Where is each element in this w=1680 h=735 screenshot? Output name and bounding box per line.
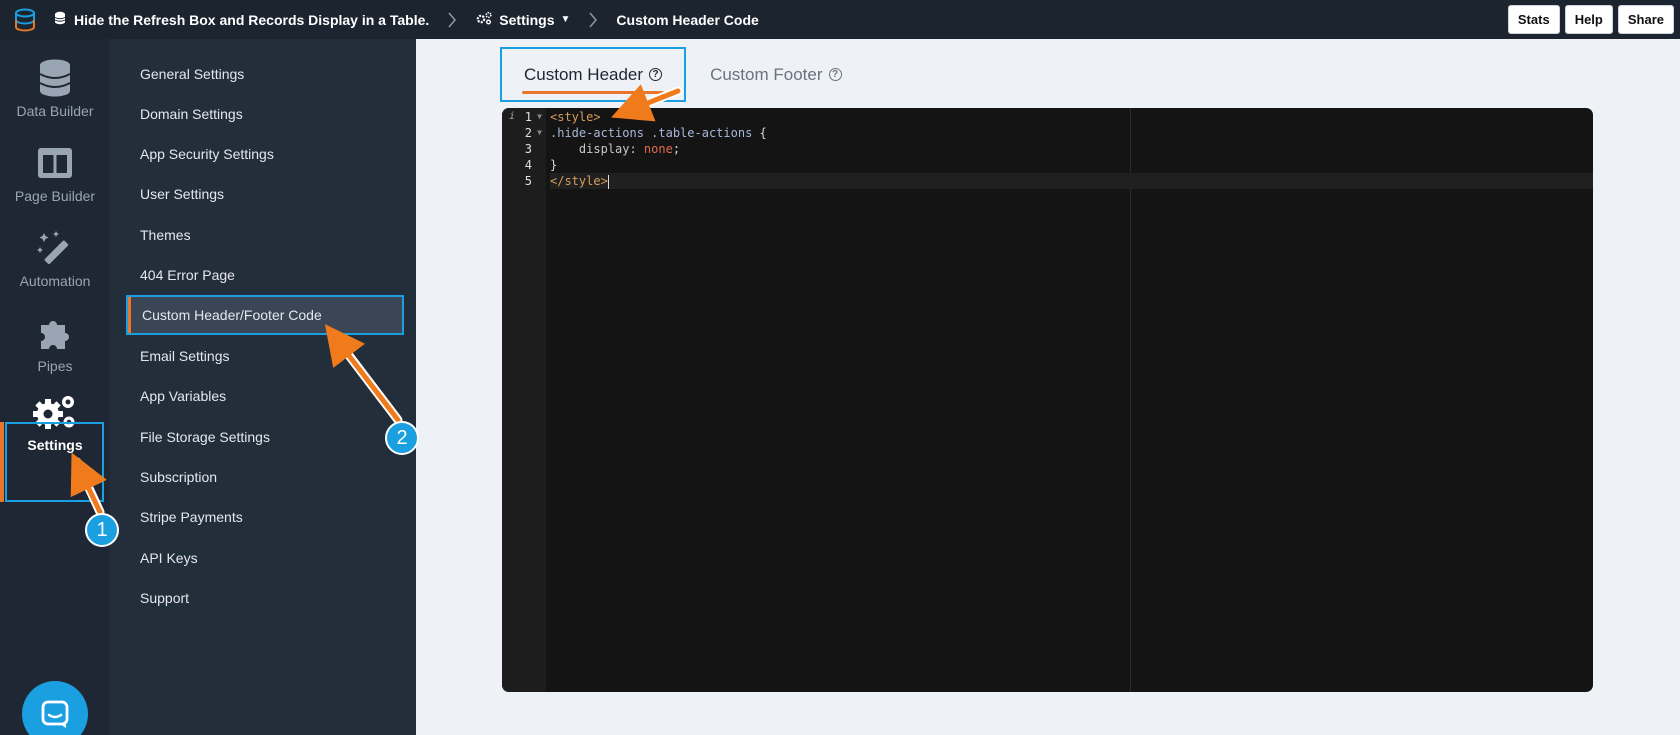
rail-label: Page Builder xyxy=(14,188,96,204)
line-number: 3 xyxy=(524,142,532,156)
tab-custom-header[interactable]: Custom Header ? xyxy=(500,47,687,102)
chat-launcher-button[interactable] xyxy=(22,681,88,735)
menu-item-404-error-page[interactable]: 404 Error Page xyxy=(110,255,416,295)
print-margin xyxy=(1130,108,1131,692)
menu-item-api-keys[interactable]: API Keys xyxy=(110,538,416,578)
tab-label: Custom Header xyxy=(524,64,644,84)
tab-custom-footer[interactable]: Custom Footer ? xyxy=(688,47,863,102)
gears-icon xyxy=(475,11,493,28)
columns-icon xyxy=(37,144,73,182)
menu-item-themes[interactable]: Themes xyxy=(110,215,416,255)
fold-arrow-icon[interactable]: ▼ xyxy=(537,109,542,125)
fold-arrow-icon[interactable]: ▼ xyxy=(537,125,542,141)
code-editor[interactable]: i 1 ▼ 2 ▼ 3 4 5 <style> .hide-actions .tabl… xyxy=(502,108,1593,692)
app-logo-icon[interactable] xyxy=(0,0,50,39)
line-number: 2 ▼ xyxy=(524,125,542,141)
rail-item-page-builder[interactable]: Page Builder xyxy=(0,134,110,214)
editor-gutter: i 1 ▼ 2 ▼ 3 4 5 xyxy=(502,108,546,692)
step-badge-1: 1 xyxy=(85,513,119,547)
magic-wand-icon xyxy=(36,229,74,267)
line-number: i 1 ▼ xyxy=(509,109,542,125)
rail-item-data-builder[interactable]: Data Builder xyxy=(0,49,110,129)
left-rail: Data Builder Page Builder Automation Pip… xyxy=(0,39,110,735)
code-content[interactable]: <style> .hide-actions .table-actions { d… xyxy=(550,109,1593,189)
line-number: 5 xyxy=(524,174,532,188)
database-icon xyxy=(38,59,72,97)
help-circle-icon[interactable]: ? xyxy=(828,68,842,81)
breadcrumb-current: Custom Header Code xyxy=(616,11,759,28)
menu-item-custom-header-footer-code[interactable]: Custom Header/Footer Code xyxy=(126,295,404,335)
line-number: 4 xyxy=(524,158,532,172)
code-line-active: </style> xyxy=(550,173,1593,189)
share-button[interactable]: Share xyxy=(1617,5,1674,34)
menu-item-support[interactable]: Support xyxy=(110,578,416,618)
menu-item-stripe-payments[interactable]: Stripe Payments xyxy=(110,497,416,537)
text-cursor xyxy=(607,174,609,189)
settings-breadcrumb-label: Settings xyxy=(499,11,555,28)
menu-item-app-variables[interactable]: App Variables xyxy=(110,376,416,416)
code-line: <style> xyxy=(550,110,601,124)
main-content: Custom Header ? Custom Footer ? i 1 ▼ 2 ▼ 3… xyxy=(416,39,1680,735)
step-badge-2: 2 xyxy=(385,421,419,455)
code-line: .hide-actions .table-actions { xyxy=(550,126,767,140)
menu-item-file-storage-settings[interactable]: File Storage Settings xyxy=(110,417,416,457)
rail-item-automation[interactable]: Automation xyxy=(0,219,110,299)
stats-button[interactable]: Stats xyxy=(1507,5,1560,34)
help-circle-icon[interactable]: ? xyxy=(649,68,663,81)
puzzle-icon xyxy=(37,314,73,352)
menu-item-user-settings[interactable]: User Settings xyxy=(110,174,416,214)
menu-item-app-security-settings[interactable]: App Security Settings xyxy=(110,134,416,174)
rail-item-pipes[interactable]: Pipes xyxy=(0,304,110,384)
chevron-right-icon xyxy=(447,11,457,29)
database-icon xyxy=(54,11,66,28)
rail-label: Pipes xyxy=(37,358,73,374)
code-line: display: none; xyxy=(550,142,681,156)
breadcrumb-app[interactable]: Hide the Refresh Box and Records Display… xyxy=(54,11,429,28)
breadcrumb-settings[interactable]: Settings ▼ xyxy=(475,11,570,28)
top-actions: Stats Help Share xyxy=(1507,5,1674,34)
code-line: } xyxy=(550,158,558,172)
menu-item-general-settings[interactable]: General Settings xyxy=(110,54,416,94)
chevron-right-icon xyxy=(588,11,598,29)
code-tabs: Custom Header ? Custom Footer ? xyxy=(500,47,864,102)
rail-label: Automation xyxy=(19,273,91,289)
caret-down-icon: ▼ xyxy=(560,14,571,25)
menu-item-email-settings[interactable]: Email Settings xyxy=(110,336,416,376)
chat-icon xyxy=(41,700,69,728)
menu-item-domain-settings[interactable]: Domain Settings xyxy=(110,94,416,134)
app-title: Hide the Refresh Box and Records Display… xyxy=(74,11,430,28)
top-bar: Hide the Refresh Box and Records Display… xyxy=(0,0,1680,39)
rail-label: Data Builder xyxy=(16,103,94,119)
highlight-box xyxy=(5,422,104,502)
help-button[interactable]: Help xyxy=(1564,5,1613,34)
info-icon[interactable]: i xyxy=(509,109,515,125)
menu-item-subscription[interactable]: Subscription xyxy=(110,457,416,497)
tab-label: Custom Footer xyxy=(710,64,823,84)
settings-menu: General Settings Domain Settings App Sec… xyxy=(110,39,416,735)
